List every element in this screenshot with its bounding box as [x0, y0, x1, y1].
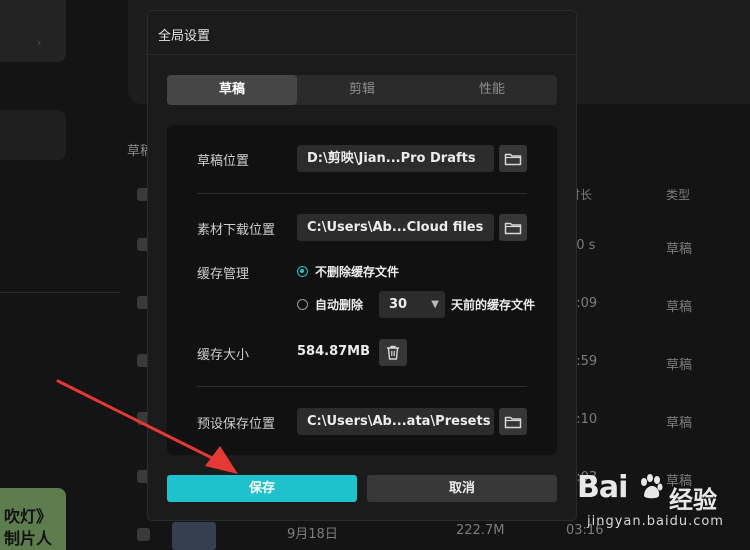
chevron-down-icon: ▼ [431, 299, 439, 310]
thumbnail-text-1: 吹灯》 [4, 507, 53, 526]
draft-folder-button[interactable] [499, 145, 527, 172]
radio-auto-delete[interactable] [297, 299, 308, 310]
days-value: 30 [389, 297, 408, 312]
thumbnail-text-2: 制片人 [4, 529, 53, 548]
divider [197, 193, 527, 194]
watermark-logo: Bai [577, 470, 628, 505]
cache-auto-label: 自动删除 [315, 298, 364, 312]
baidu-watermark: Bai 经验 jingyan.baidu.com [577, 470, 750, 550]
template-thumbnail[interactable]: 吹灯》 制片人 [0, 488, 66, 550]
cancel-button[interactable]: 取消 [367, 475, 557, 502]
cache-size-value: 584.87MB [297, 344, 371, 359]
cache-management-label: 缓存管理 [197, 267, 250, 282]
folder-icon [504, 153, 522, 165]
folder-icon [504, 222, 522, 234]
tab-performance[interactable]: 性能 [427, 75, 557, 105]
radio-keep[interactable] [297, 266, 308, 277]
row-checkbox[interactable] [137, 528, 150, 541]
paw-icon [641, 474, 663, 499]
preset-location-field[interactable]: C:\Users\Ab...ata\Presets [297, 408, 494, 435]
download-location-label: 素材下载位置 [197, 223, 276, 238]
row-type: 草稿 [666, 242, 693, 257]
row-type: 草稿 [666, 358, 693, 373]
tab-drafts[interactable]: 草稿 [167, 75, 297, 105]
trash-icon [387, 345, 399, 360]
cache-keep-option[interactable]: 不删除缓存文件 [297, 263, 399, 280]
bg-sidebar-divider [0, 292, 120, 293]
draft-thumbnail[interactable] [172, 522, 216, 550]
cache-auto-suffix-label: 天前的缓存文件 [451, 298, 536, 312]
watermark-brand: 经验 [669, 486, 717, 514]
cache-auto-option[interactable]: 自动删除 [297, 296, 363, 313]
download-folder-button[interactable] [499, 214, 527, 241]
settings-content: 草稿位置 D:\剪映\Jian...Pro Drafts 素材下载位置 C:\U… [167, 125, 557, 455]
divider [197, 386, 527, 387]
row-date: 9月18日 [287, 527, 338, 542]
global-settings-dialog: 全局设置 草稿 剪辑 性能 草稿位置 D:\剪映\Jian...Pro Draf… [148, 11, 576, 520]
cache-auto-suffix: 天前的缓存文件 [451, 296, 535, 313]
draft-location-label: 草稿位置 [197, 154, 250, 169]
settings-tabs: 草稿 剪辑 性能 [167, 75, 557, 105]
bg-col-type: 类型 [666, 188, 691, 202]
row-size: 222.7M [456, 523, 505, 538]
chevron-right-icon: › [37, 36, 42, 49]
bg-sidebar-card[interactable] [0, 0, 66, 62]
bg-sidebar-card-2[interactable] [0, 110, 66, 160]
cache-size-label: 缓存大小 [197, 348, 250, 363]
save-button[interactable]: 保存 [167, 475, 357, 502]
days-select[interactable]: 30 ▼ [379, 291, 445, 318]
dialog-header: 全局设置 [148, 11, 576, 55]
preset-folder-button[interactable] [499, 408, 527, 435]
row-type: 草稿 [666, 416, 693, 431]
preset-location-label: 预设保存位置 [197, 417, 276, 432]
watermark-url: jingyan.baidu.com [587, 514, 724, 529]
row-type: 草稿 [666, 300, 693, 315]
folder-icon [504, 416, 522, 428]
cache-keep-label: 不删除缓存文件 [315, 265, 400, 279]
dialog-title: 全局设置 [158, 29, 211, 44]
clear-cache-button[interactable] [379, 339, 407, 366]
draft-location-field[interactable]: D:\剪映\Jian...Pro Drafts [297, 145, 494, 172]
tab-editing[interactable]: 剪辑 [297, 75, 427, 105]
download-location-field[interactable]: C:\Users\Ab...Cloud files [297, 214, 494, 241]
